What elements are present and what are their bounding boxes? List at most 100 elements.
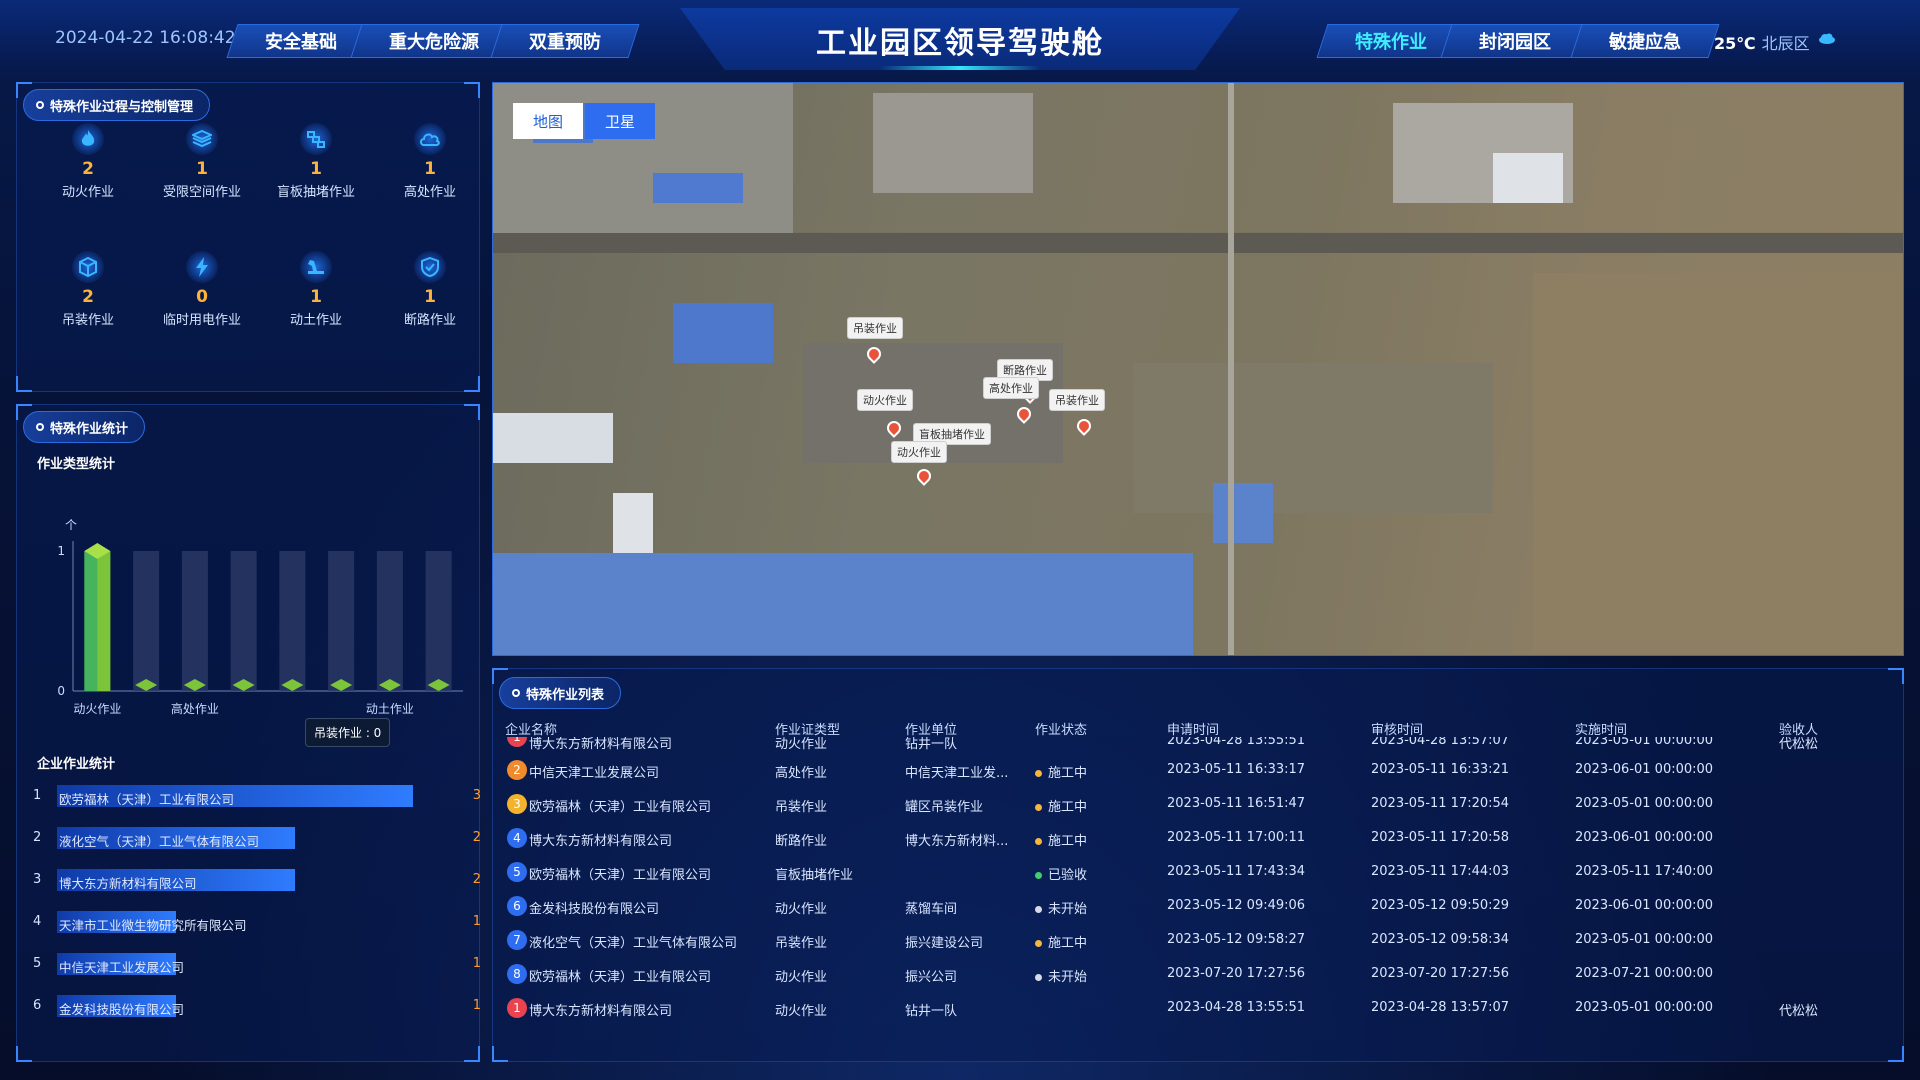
chart-tooltip: 吊装作业 : 0 <box>305 718 391 747</box>
work-item-temp-power[interactable]: 0 临时用电作业 <box>147 251 257 328</box>
panel-process-title: 特殊作业过程与控制管理 <box>23 89 211 121</box>
work-item-road-break[interactable]: 1 断路作业 <box>375 251 485 328</box>
row-index-badge: 5 <box>507 862 527 882</box>
enterprise-name: 液化空气（天津）工业气体有限公司 <box>59 834 260 849</box>
work-item-height[interactable]: 1 高处作业 <box>375 123 485 200</box>
map-farmland <box>1533 273 1903 653</box>
enterprise-row[interactable]: 5 中信天津工业发展公司 1 <box>33 951 481 977</box>
cell-implemented: 2023-06-01 00:00:00 <box>1575 898 1714 913</box>
cell-status: 未开始 <box>1035 966 1087 985</box>
cell-applied: 2023-05-12 09:49:06 <box>1167 898 1306 913</box>
cell-status: 施工中 <box>1035 830 1087 849</box>
cell-reviewed: 2023-07-20 17:27:56 <box>1371 966 1510 981</box>
enterprise-row[interactable]: 3 博大东方新材料有限公司 2 <box>33 867 481 893</box>
panel-stats: 特殊作业统计 作业类型统计 个 0 1 动火作业 高处作业 动土作业 企业作业统计 1 欧劳… <box>16 404 481 1062</box>
enterprise-name: 博大东方新材料有限公司 <box>59 876 197 891</box>
status-dot-icon <box>1035 770 1042 777</box>
cell-type: 断路作业 <box>775 834 828 849</box>
enterprise-stats-subtitle: 企业作业统计 <box>37 757 116 772</box>
map-building <box>673 303 773 363</box>
x-tick-label: 动土作业 <box>366 702 414 715</box>
shield-icon <box>414 251 446 283</box>
table-row[interactable]: 2 中信天津工业发展公司 高处作业 中信天津工业发... 施工中 2023-05-11 1… <box>493 753 1903 787</box>
bar-shade <box>84 551 98 691</box>
nav-closed-park[interactable]: 封闭园区 <box>1440 24 1590 58</box>
col-implemented: 实施时间 <box>1575 723 1628 738</box>
nav-dual-prevention[interactable]: 双重预防 <box>490 24 640 58</box>
cell-unit: 博大东方新材料... <box>905 834 1009 849</box>
work-item-blind-plate[interactable]: 1 盲板抽堵作业 <box>261 123 371 200</box>
map-road <box>1228 83 1234 655</box>
cell-type: 动火作业 <box>775 902 828 917</box>
enterprise-rank: 5 <box>33 956 42 971</box>
cell-reviewed: 2023-05-12 09:58:34 <box>1371 932 1510 947</box>
enterprise-row[interactable]: 2 液化空气（天津）工业气体有限公司 2 <box>33 825 481 851</box>
table-row-partial[interactable]: 博大东方新材料有限公司 动火作业 钻井一队 2023-04-28 13:55:5… <box>493 737 1903 751</box>
col-reviewed: 审核时间 <box>1371 723 1424 738</box>
table-row[interactable]: 8 欧劳福林（天津）工业有限公司 动火作业 振兴公司 未开始 2023-07-20 17:… <box>493 957 1903 991</box>
blind-plate-icon <box>300 123 332 155</box>
status-dot-icon <box>1035 838 1042 845</box>
cell-reviewed: 2023-05-11 17:20:54 <box>1371 796 1510 811</box>
cell-unit: 振兴公司 <box>905 970 958 985</box>
map-view[interactable]: 地图 卫星 吊装作业 断路作业 高处作业 吊装作业 动火作业 盲板抽堵作业 动火… <box>492 82 1904 656</box>
enterprise-row[interactable]: 6 金发科技股份有限公司 1 <box>33 993 481 1019</box>
enterprise-row[interactable]: 1 欧劳福林（天津）工业有限公司 3 <box>33 783 481 809</box>
work-item-lifting[interactable]: 2 吊装作业 <box>33 251 143 328</box>
weather: 25℃ 北辰区 <box>1714 30 1810 54</box>
toggle-satellite[interactable]: 卫星 <box>585 103 655 139</box>
enterprise-count: 1 <box>472 998 481 1013</box>
row-index-badge: 7 <box>507 930 527 950</box>
enterprise-row[interactable]: 4 天津市工业微生物研究所有限公司 1 <box>33 909 481 935</box>
table-row[interactable]: 6 金发科技股份有限公司 动火作业 蒸馏车间 未开始 2023-05-12 09:49:0… <box>493 889 1903 923</box>
cell-company: 欧劳福林（天津）工业有限公司 <box>529 970 712 985</box>
toggle-map[interactable]: 地图 <box>513 103 583 139</box>
cell-company: 欧劳福林（天津）工业有限公司 <box>529 868 712 883</box>
bar-background <box>230 551 257 691</box>
table-row[interactable]: 1 博大东方新材料有限公司 动火作业 钻井一队 2023-04-28 13:55:51 2… <box>493 991 1903 1025</box>
enterprise-name: 欧劳福林（天津）工业有限公司 <box>59 792 235 807</box>
map-building <box>613 493 653 553</box>
temperature: 25℃ <box>1714 34 1756 53</box>
cell-unit: 钻井一队 <box>905 1004 958 1019</box>
cell-unit: 中信天津工业发... <box>905 766 1009 781</box>
cell-applied: 2023-07-20 17:27:56 <box>1167 966 1306 981</box>
enterprise-count: 3 <box>472 788 481 803</box>
table-row[interactable]: 4 博大东方新材料有限公司 断路作业 博大东方新材料... 施工中 2023-05-11 … <box>493 821 1903 855</box>
nav-emergency[interactable]: 敏捷应急 <box>1570 24 1720 58</box>
panel-stats-title: 特殊作业统计 <box>23 411 146 443</box>
table-row[interactable]: 7 液化空气（天津）工业气体有限公司 吊装作业 振兴建设公司 施工中 2023-05-12… <box>493 923 1903 957</box>
work-item-confined-space[interactable]: 1 受限空间作业 <box>147 123 257 200</box>
status-text: 施工中 <box>1048 834 1088 849</box>
status-text: 施工中 <box>1048 766 1088 781</box>
map-building <box>493 413 613 463</box>
work-item-excavation[interactable]: 1 动土作业 <box>261 251 371 328</box>
enterprise-rank: 6 <box>33 998 42 1013</box>
enterprise-count: 1 <box>472 914 481 929</box>
cell-status: 未开始 <box>1035 898 1087 917</box>
work-item-hotwork[interactable]: 2 动火作业 <box>33 123 143 200</box>
lightning-icon <box>186 251 218 283</box>
map-field <box>1133 363 1493 513</box>
status-dot-icon <box>1035 872 1042 879</box>
cell-unit: 罐区吊装作业 <box>905 800 984 815</box>
excavator-icon <box>300 251 332 283</box>
fire-icon <box>72 123 104 155</box>
y-axis-unit: 个 <box>65 518 77 532</box>
bar-background <box>328 551 355 691</box>
row-index-badge: 4 <box>507 828 527 848</box>
cube-icon <box>72 251 104 283</box>
cell-unit: 振兴建设公司 <box>905 936 984 951</box>
cell-reviewed: 2023-04-28 13:57:07 <box>1371 1000 1510 1015</box>
cell-type: 盲板抽堵作业 <box>775 868 854 883</box>
enterprise-count: 2 <box>472 830 481 845</box>
cell-applied: 2023-05-12 09:58:27 <box>1167 932 1306 947</box>
status-text: 已验收 <box>1048 868 1088 883</box>
table-row[interactable]: 5 欧劳福林（天津）工业有限公司 盲板抽堵作业 已验收 2023-05-11 17:43… <box>493 855 1903 889</box>
status-text: 施工中 <box>1048 800 1088 815</box>
bar-background <box>425 551 452 691</box>
cell-company: 液化空气（天津）工业气体有限公司 <box>529 936 738 951</box>
table-row[interactable]: 3 欧劳福林（天津）工业有限公司 吊装作业 罐区吊装作业 施工中 2023-05-11 1… <box>493 787 1903 821</box>
y-tick-label: 0 <box>57 684 65 698</box>
panel-work-list-title: 特殊作业列表 <box>499 677 622 709</box>
